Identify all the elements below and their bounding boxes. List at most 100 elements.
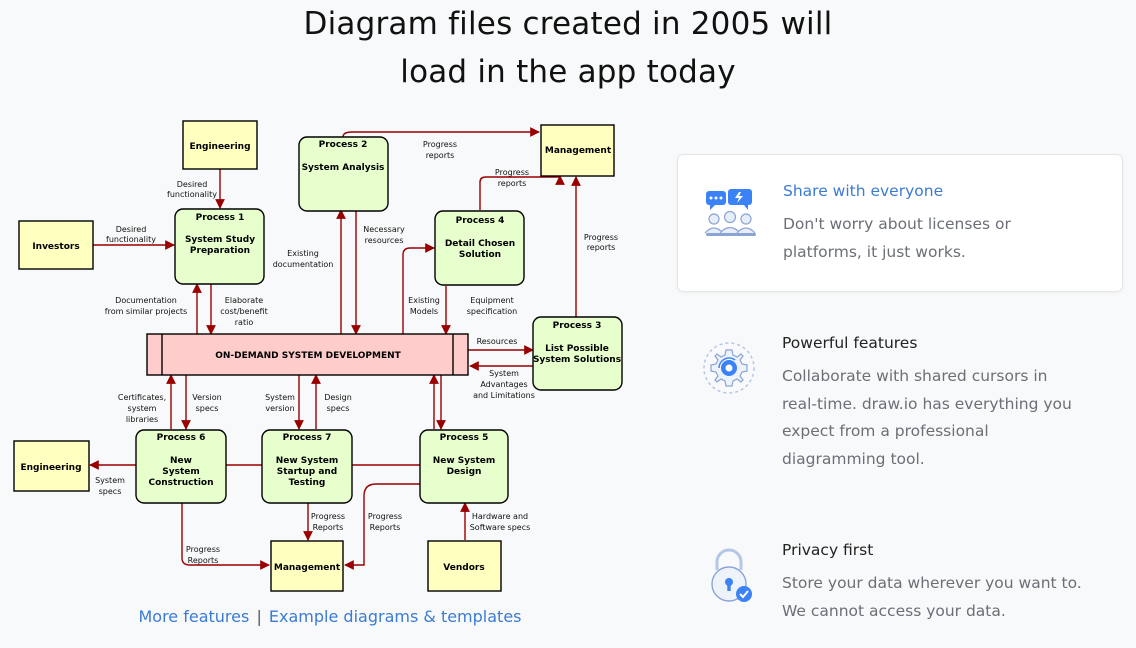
feature-title: Share with everyone — [783, 182, 944, 200]
flow-label: reports — [587, 243, 616, 252]
link-separator: | — [256, 607, 262, 626]
flow-label: Progress — [495, 168, 529, 177]
entity-management-bottom-label: Management — [274, 563, 341, 573]
process-1-text: Preparation — [190, 246, 250, 256]
flow-label: ratio — [235, 318, 254, 327]
process-7-text: Startup and — [277, 467, 338, 477]
headline-line-2: load in the app today — [400, 54, 736, 90]
process-7-text: New System — [276, 456, 339, 466]
feature-description: Don't worry about licenses or platforms,… — [783, 211, 1103, 266]
share-people-icon — [704, 189, 756, 236]
feature-desc-line: real-time. draw.io has everything you — [782, 394, 1072, 413]
feature-title: Privacy first — [782, 541, 874, 559]
process-7-title: Process 7 — [283, 433, 332, 443]
flow-label: specs — [196, 404, 219, 413]
flow-label: Progress — [423, 140, 457, 149]
feature-desc-line: expect from a professional — [782, 422, 989, 440]
flow-label: Existing — [287, 249, 319, 258]
process-7-text: Testing — [289, 478, 326, 488]
flow-label: Equipment — [470, 296, 513, 305]
feature-privacy[interactable]: Privacy first Store your data wherever y… — [677, 528, 1121, 638]
process-3-title: Process 3 — [553, 321, 602, 331]
flow-label: Existing — [408, 296, 440, 305]
process-2-title: Process 2 — [319, 140, 368, 150]
process-4-title: Process 4 — [456, 216, 505, 226]
example-diagram: ON-DEMAND SYSTEM DEVELOPMENT Engineering… — [13, 120, 623, 592]
feature-desc-line: Don't worry about licenses or — [783, 215, 1011, 233]
entity-engineering-left-label: Engineering — [20, 463, 81, 473]
flow-label: Progress — [186, 545, 220, 554]
example-diagrams-link[interactable]: Example diagrams & templates — [269, 607, 522, 626]
headline-line-1: Diagram files created in 2005 will — [303, 6, 833, 42]
flow-label: Design — [324, 393, 352, 402]
process-3-text: System Solutions — [533, 355, 621, 365]
flow-label: reports — [498, 179, 527, 188]
feature-desc-line: platforms, it just works. — [783, 242, 966, 261]
flow-label: Version — [192, 393, 221, 402]
flow-label: documentation — [273, 260, 334, 269]
flow-label: Reports — [370, 523, 401, 532]
process-5-title: Process 5 — [440, 433, 489, 443]
flow-label: System — [95, 476, 125, 485]
feature-desc-line: Collaborate with shared cursors in — [782, 367, 1048, 385]
feature-description: Store your data wherever you want to. We… — [782, 570, 1102, 625]
process-2-text: System Analysis — [302, 163, 385, 173]
flow-label: Documentation — [115, 296, 177, 305]
process-3-text: List Possible — [545, 344, 609, 354]
feature-desc-line: We cannot access your data. — [782, 601, 1006, 620]
entity-investors-label: Investors — [32, 242, 79, 252]
process-5-text: Design — [447, 467, 482, 477]
process-6-text: System — [162, 467, 200, 477]
flow-arrow — [402, 243, 435, 334]
flow-label: cost/benefit — [220, 307, 267, 316]
gear-refresh-icon — [703, 342, 755, 394]
feature-title: Powerful features — [782, 334, 918, 352]
flow-label: System — [265, 393, 295, 402]
flow-label: reports — [426, 151, 455, 160]
entity-management-top-label: Management — [545, 146, 612, 156]
flow-label: libraries — [126, 415, 158, 424]
flow-label: Progress — [311, 512, 345, 521]
flow-label: Elaborate — [225, 296, 263, 305]
feature-description: Collaborate with shared cursors in real-… — [782, 363, 1102, 473]
process-1-title: Process 1 — [196, 213, 245, 223]
more-features-link[interactable]: More features — [138, 607, 249, 626]
flow-label: Models — [410, 307, 438, 316]
flow-label: Certificates, — [118, 393, 166, 402]
flow-label: system — [128, 404, 157, 413]
footer-links: More features | Example diagrams & templ… — [0, 607, 660, 626]
flow-label: specs — [327, 404, 350, 413]
flow-label: Reports — [313, 523, 344, 532]
page-headline: Diagram files created in 2005 will load … — [0, 0, 1136, 96]
flow-label: from similar projects — [105, 307, 187, 316]
flow-arrow — [342, 127, 540, 138]
flow-label: Necessary — [363, 225, 405, 234]
process-4-text: Solution — [459, 250, 501, 260]
process-4-text: Detail Chosen — [445, 239, 515, 249]
flow-label: Progress — [368, 512, 402, 521]
entity-vendors-label: Vendors — [443, 563, 484, 573]
lock-check-icon — [711, 548, 752, 602]
center-bar-label: ON-DEMAND SYSTEM DEVELOPMENT — [215, 351, 401, 361]
feature-desc-line: diagramming tool. — [782, 449, 925, 468]
flow-label: Hardware and — [472, 512, 528, 521]
process-5-text: New System — [433, 456, 496, 466]
process-6-text: New — [170, 456, 192, 466]
flow-label: functionality — [106, 235, 156, 244]
entity-engineering-top-label: Engineering — [189, 142, 250, 152]
flow-label: specification — [467, 307, 517, 316]
feature-powerful[interactable]: Powerful features Collaborate with share… — [677, 320, 1121, 480]
process-6-title: Process 6 — [157, 433, 206, 443]
flow-label: Software specs — [470, 523, 531, 532]
feature-card-share[interactable]: Share with everyone Don't worry about li… — [677, 154, 1123, 292]
flow-label: Desired — [177, 180, 208, 189]
flow-label: Desired — [116, 225, 147, 234]
flow-label: specs — [99, 487, 122, 496]
flow-label: Advantages — [480, 380, 527, 389]
process-1-text: System Study — [185, 235, 255, 245]
flow-label: Resources — [477, 337, 518, 346]
flow-label: functionality — [167, 190, 217, 199]
flow-label: System — [489, 369, 519, 378]
process-6-text: Construction — [148, 478, 213, 488]
flow-label: Reports — [188, 556, 219, 565]
